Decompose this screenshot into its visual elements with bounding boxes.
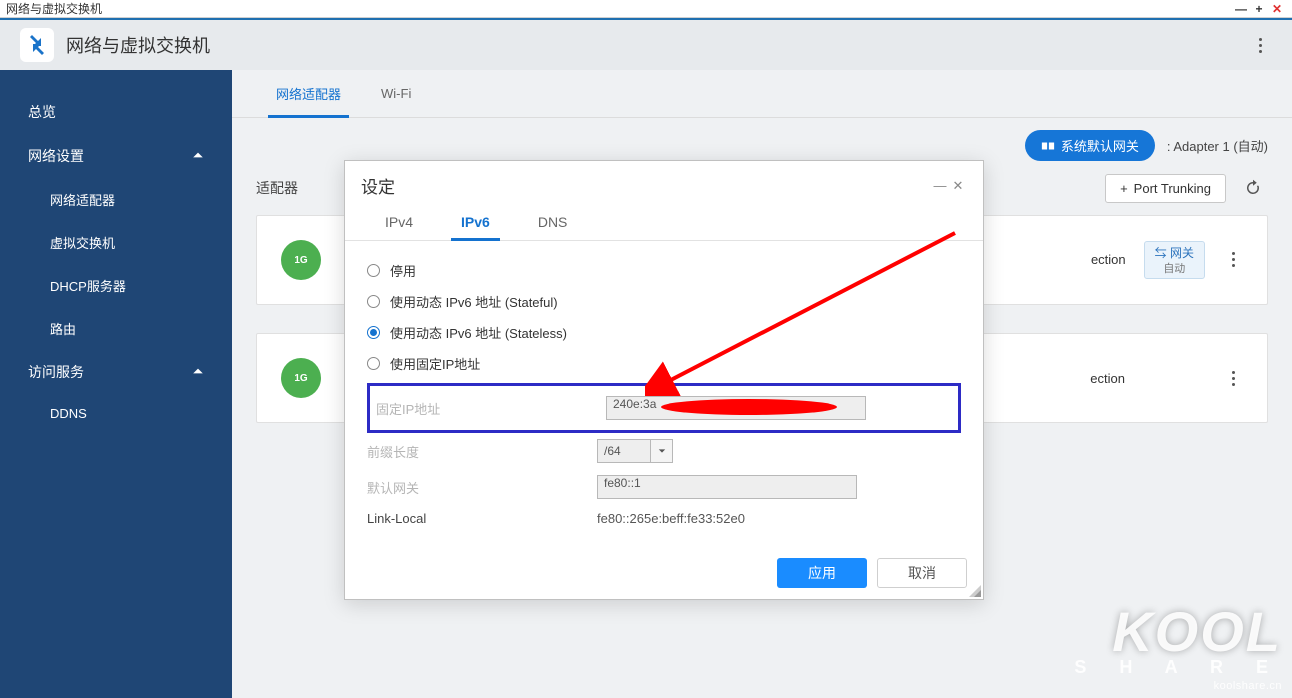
row-prefix-len: 前缀长度 /64: [367, 433, 961, 469]
plus-icon: +: [1120, 181, 1128, 196]
adapter-speed-icon: 1G: [281, 240, 321, 280]
refresh-button[interactable]: [1238, 173, 1268, 203]
default-gw-input[interactable]: fe80::1: [597, 475, 857, 499]
radio-icon: [367, 326, 380, 339]
sidebar-item-network-settings[interactable]: 网络设置: [0, 134, 232, 178]
minimize-button[interactable]: —: [1232, 1, 1250, 17]
sidebar-item-label: 虚拟交换机: [50, 233, 115, 252]
modal-tab-ipv4[interactable]: IPv4: [361, 204, 437, 240]
label-fixed-ip: 固定IP地址: [376, 399, 606, 418]
radio-stateful[interactable]: 使用动态 IPv6 地址 (Stateful): [367, 286, 961, 317]
modal-minimize-button[interactable]: —: [931, 178, 949, 193]
close-button[interactable]: ✕: [1268, 1, 1286, 17]
sidebar-item-vswitch[interactable]: 虚拟交换机: [0, 221, 232, 264]
content-area: 网络适配器 Wi-Fi 系统默认网关 : Adapter 1 (自动) 适配器 …: [232, 70, 1292, 698]
button-label: Port Trunking: [1134, 181, 1211, 196]
connection-label: ection: [1090, 371, 1125, 386]
sidebar-item-label: 网络适配器: [50, 190, 115, 209]
header-more-button[interactable]: [1248, 29, 1272, 61]
sidebar-item-access-services[interactable]: 访问服务: [0, 350, 232, 394]
maximize-button[interactable]: +: [1250, 1, 1268, 17]
sidebar-item-label: DDNS: [50, 406, 87, 421]
gateway-adapter-label: : Adapter 1 (自动): [1167, 136, 1268, 155]
chevron-down-icon: [651, 439, 673, 463]
prefix-len-select[interactable]: /64: [597, 439, 961, 463]
radio-static[interactable]: 使用固定IP地址: [367, 348, 961, 379]
radio-label: 使用固定IP地址: [390, 354, 480, 373]
modal-tab-dns[interactable]: DNS: [514, 204, 592, 240]
app-logo: [20, 28, 54, 62]
gateway-chip-icon: ⇆: [1155, 246, 1170, 260]
modal-title: 设定: [361, 173, 931, 198]
tab-label: Wi-Fi: [381, 86, 411, 101]
sidebar-item-adapters[interactable]: 网络适配器: [0, 178, 232, 221]
sidebar-item-overview[interactable]: 总览: [0, 90, 232, 134]
refresh-icon: [1244, 179, 1262, 197]
annotation-redaction: [659, 397, 839, 417]
watermark: KOOL S H A R E koolshare.cn: [1074, 607, 1282, 692]
annotation-highlight: 固定IP地址 240e:3a: [367, 383, 961, 433]
sidebar-item-dhcp[interactable]: DHCP服务器: [0, 264, 232, 307]
apply-button[interactable]: 应用: [777, 558, 867, 588]
modal-tabs: IPv4 IPv6 DNS: [345, 204, 983, 241]
window-title: 网络与虚拟交换机: [6, 0, 1232, 17]
window-titlebar: 网络与虚拟交换机 — + ✕: [0, 0, 1292, 18]
adapter-speed-icon: 1G: [281, 358, 321, 398]
radio-label: 使用动态 IPv6 地址 (Stateless): [390, 323, 567, 342]
radio-icon: [367, 295, 380, 308]
button-label: 系统默认网关: [1061, 136, 1139, 155]
modal-tab-ipv6[interactable]: IPv6: [437, 204, 514, 240]
modal-close-button[interactable]: ✕: [949, 178, 967, 194]
chevron-up-icon: [192, 364, 204, 380]
card-more-button[interactable]: [1223, 371, 1243, 386]
radio-disable[interactable]: 停用: [367, 255, 961, 286]
gateway-chip[interactable]: ⇆ 网关 自动: [1144, 241, 1205, 279]
sidebar-item-label: 网络设置: [28, 146, 84, 166]
settings-modal: 设定 — ✕ IPv4 IPv6 DNS: [344, 160, 984, 600]
row-default-gw: 默认网关 fe80::1: [367, 469, 961, 505]
modal-header: 设定 — ✕: [345, 161, 983, 204]
row-link-local: Link-Local fe80::265e:beff:fe33:52e0: [367, 505, 961, 532]
label-prefix-len: 前缀长度: [367, 442, 597, 461]
sidebar-item-label: DHCP服务器: [50, 276, 126, 295]
label-default-gw: 默认网关: [367, 478, 597, 497]
label-link-local: Link-Local: [367, 511, 597, 526]
gateway-icon: [1041, 139, 1055, 153]
resize-grip-icon[interactable]: [969, 585, 981, 597]
radio-stateless[interactable]: 使用动态 IPv6 地址 (Stateless): [367, 317, 961, 348]
tab-wifi[interactable]: Wi-Fi: [361, 72, 431, 115]
chevron-up-icon: [192, 148, 204, 164]
section-title: 适配器: [256, 178, 298, 198]
sidebar-item-label: 路由: [50, 319, 76, 338]
sidebar-item-label: 总览: [28, 102, 56, 122]
switch-icon: [25, 33, 49, 57]
radio-icon: [367, 264, 380, 277]
cancel-button[interactable]: 取消: [877, 558, 967, 588]
system-gateway-button[interactable]: 系统默认网关: [1025, 130, 1155, 161]
port-trunking-button[interactable]: + Port Trunking: [1105, 174, 1226, 203]
sidebar: 总览 网络设置 网络适配器 虚拟交换机 DHCP服务器 路由 访问服务 DDNS: [0, 70, 232, 698]
tab-label: 网络适配器: [276, 87, 341, 102]
modal-footer: 应用 取消: [345, 546, 983, 600]
fixed-ip-input[interactable]: 240e:3a: [606, 396, 866, 420]
sidebar-item-route[interactable]: 路由: [0, 307, 232, 350]
row-fixed-ip: 固定IP地址 240e:3a: [376, 390, 952, 426]
radio-icon: [367, 357, 380, 370]
modal-body: 停用 使用动态 IPv6 地址 (Stateful) 使用动态 IPv6 地址 …: [345, 241, 983, 546]
app-header: 网络与虚拟交换机: [0, 18, 1292, 70]
link-local-value: fe80::265e:beff:fe33:52e0: [597, 511, 745, 526]
radio-label: 使用动态 IPv6 地址 (Stateful): [390, 292, 558, 311]
sidebar-item-label: 访问服务: [28, 362, 84, 382]
sidebar-item-ddns[interactable]: DDNS: [0, 394, 232, 433]
radio-label: 停用: [390, 261, 416, 280]
card-more-button[interactable]: [1223, 252, 1243, 267]
content-tabs: 网络适配器 Wi-Fi: [232, 70, 1292, 118]
tab-adapters[interactable]: 网络适配器: [256, 70, 361, 117]
connection-label: ection: [1091, 252, 1126, 267]
app-title: 网络与虚拟交换机: [66, 32, 210, 58]
